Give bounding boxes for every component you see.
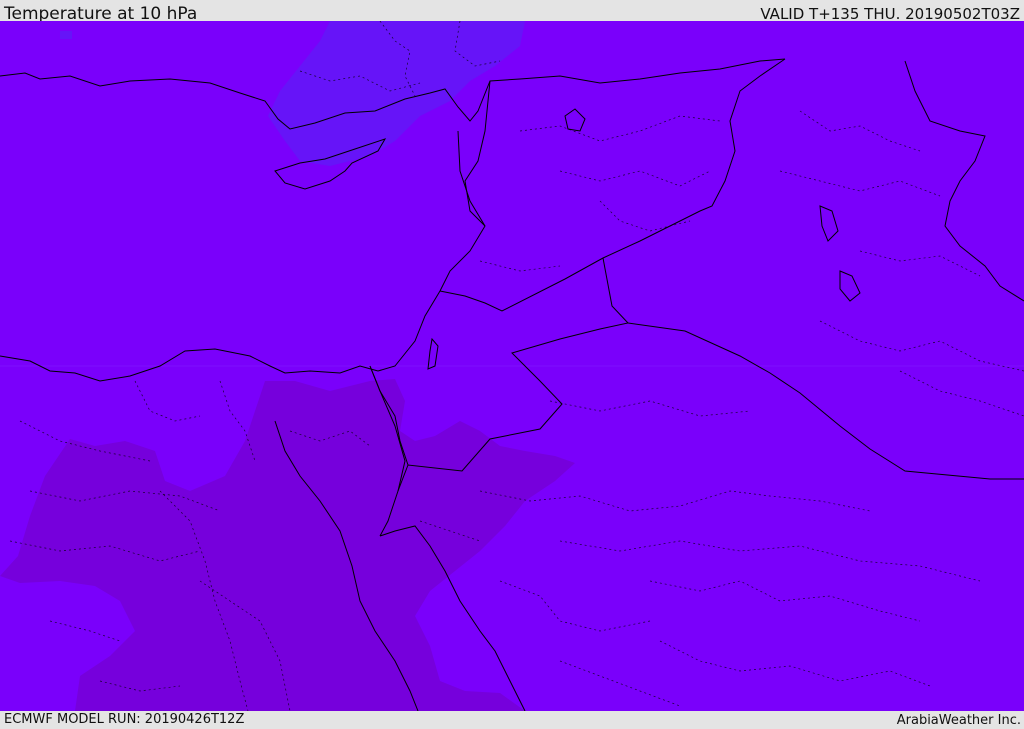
footer-bar: ECMWF MODEL RUN: 20190426T12Z ArabiaWeat… [0,711,1024,729]
map-canvas[interactable] [0,21,1024,711]
credit-label: ArabiaWeather Inc. [896,713,1021,728]
temperature-field-cool-edge [60,31,72,39]
header-bar: Temperature at 10 hPa VALID T+135 THU. 2… [0,0,1024,24]
model-run-label: ECMWF MODEL RUN: 20190426T12Z [4,712,245,727]
map-frame: Temperature at 10 hPa VALID T+135 THU. 2… [0,0,1024,729]
